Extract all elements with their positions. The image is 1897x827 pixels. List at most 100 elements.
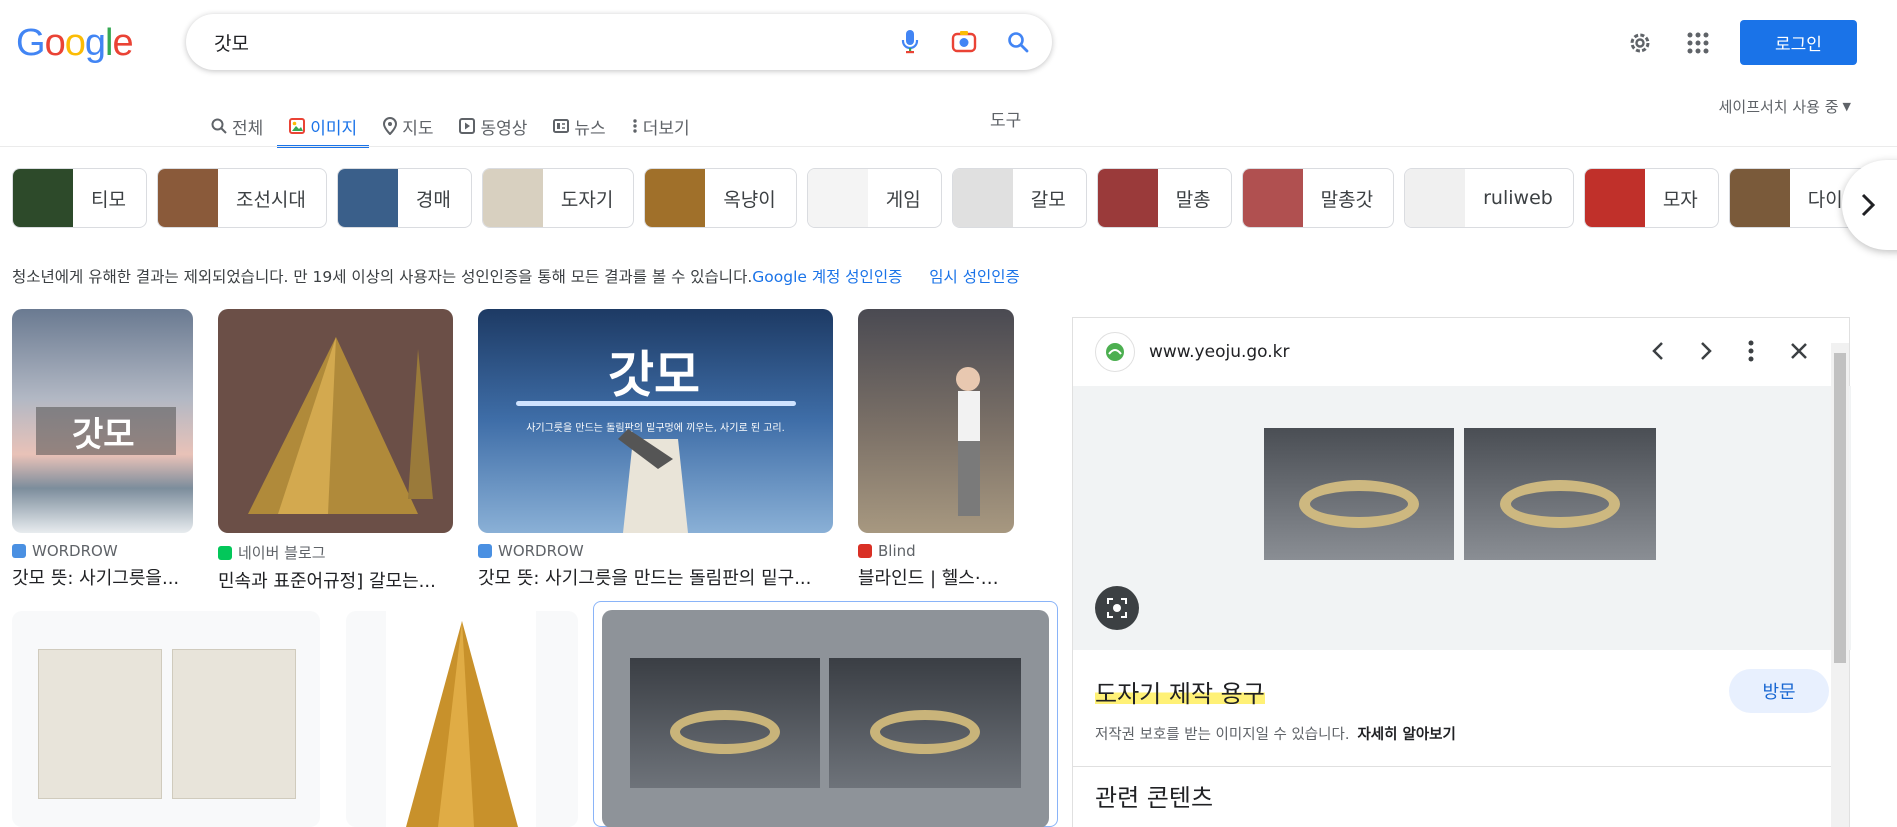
- search-box: [186, 14, 1052, 70]
- chip-thumbnail: [1097, 169, 1158, 227]
- result-thumbnail[interactable]: [602, 610, 1049, 827]
- chip-5[interactable]: 게임: [806, 168, 942, 228]
- chip-10[interactable]: 모자: [1583, 168, 1719, 228]
- result-thumbnail[interactable]: [12, 611, 320, 827]
- result-thumbnail[interactable]: 갓모: [12, 309, 193, 533]
- result-source: WORDROW: [498, 542, 584, 560]
- more-vert-icon: [632, 118, 638, 134]
- tools-button[interactable]: 도구: [990, 106, 1021, 131]
- microphone-icon[interactable]: [894, 28, 926, 56]
- chevron-right-icon[interactable]: [1699, 340, 1713, 366]
- chip-2[interactable]: 경매: [336, 168, 472, 228]
- image-result[interactable]: 네이버 블로그 민속과 표준어규정] 갈모는...: [218, 309, 453, 593]
- panel-scrollbar[interactable]: [1831, 343, 1849, 827]
- tab-video[interactable]: 동영상: [459, 100, 539, 146]
- chip-thumbnail: [645, 169, 706, 227]
- selected-image-result[interactable]: [593, 601, 1058, 827]
- logo-letter: g: [84, 22, 106, 64]
- image-result[interactable]: Blind 블라인드 | 헬스·다이...: [858, 309, 1014, 590]
- result-source: 네이버 블로그: [238, 544, 326, 562]
- more-vert-icon[interactable]: [1747, 340, 1755, 366]
- panel-preview-image[interactable]: [1073, 386, 1851, 650]
- chip-label: 모자: [1662, 188, 1698, 211]
- map-pin-icon: [383, 117, 398, 135]
- tab-image[interactable]: 이미지: [277, 100, 370, 148]
- thumbnail-text: 갓모: [72, 415, 135, 455]
- tab-label: 뉴스: [574, 118, 606, 139]
- chip-label: 경매: [415, 188, 451, 211]
- chip-thumbnail: [337, 169, 398, 227]
- chip-0[interactable]: 티모: [12, 168, 147, 228]
- google-lens-icon[interactable]: [1095, 586, 1139, 630]
- image-icon: [289, 118, 306, 134]
- search-input[interactable]: [214, 31, 834, 53]
- tab-label: 이미지: [310, 118, 358, 139]
- tab-map-pin[interactable]: 지도: [383, 100, 445, 146]
- panel-title[interactable]: 도자기 제작 용구: [1095, 674, 1265, 709]
- chip-9[interactable]: ruliweb: [1404, 168, 1574, 228]
- camera-lens-icon[interactable]: [948, 28, 980, 56]
- chip-thumbnail: [807, 169, 868, 227]
- result-source: WORDROW: [32, 542, 118, 560]
- chip-label: 말총: [1175, 188, 1211, 211]
- chip-4[interactable]: 옥냥이: [644, 168, 797, 228]
- chip-8[interactable]: 말총갓: [1241, 168, 1395, 228]
- tab-label: 전체: [232, 118, 264, 139]
- chip-thumbnail: [13, 169, 73, 227]
- related-search-chips: 티모조선시대경매도자기옥냥이게임갈모말총말총갓ruliweb모자다이어트: [12, 168, 1897, 228]
- chip-label: 도자기: [560, 188, 614, 211]
- chip-6[interactable]: 갈모: [951, 168, 1087, 228]
- image-result[interactable]: [12, 611, 320, 827]
- panel-title-text: 도자기 제작 용구: [1095, 680, 1265, 708]
- result-thumbnail[interactable]: 갓모 사기그릇을 만드는 돌림판의 밑구멍에 끼우는, 사기로 된 고리.: [478, 309, 833, 533]
- result-source: Blind: [878, 542, 916, 560]
- panel-divider: [1073, 766, 1831, 767]
- result-title[interactable]: 블라인드 | 헬스·다이...: [858, 564, 1014, 590]
- learn-more-link[interactable]: 자세히 알아보기: [1357, 727, 1455, 743]
- login-button[interactable]: 로그인: [1740, 20, 1857, 65]
- chip-label: 조선시대: [235, 188, 306, 211]
- panel-site-name[interactable]: www.yeoju.go.kr: [1149, 342, 1290, 362]
- conical-hat-image: [248, 337, 433, 514]
- wordrow-favicon-icon: [12, 544, 26, 558]
- temp-age-verify-link[interactable]: 임시 성인인증: [929, 268, 1020, 286]
- chip-label: 말총갓: [1320, 188, 1374, 211]
- chip-thumbnail: [1729, 169, 1790, 227]
- caret-down-icon: ▼: [1842, 100, 1851, 113]
- result-thumbnail[interactable]: [218, 309, 453, 533]
- image-result[interactable]: [346, 611, 578, 827]
- tab-label: 지도: [402, 118, 434, 139]
- logo-letter: l: [104, 22, 114, 64]
- tab-news[interactable]: 뉴스: [553, 100, 617, 146]
- chip-label: 티모: [91, 188, 126, 211]
- settings-gear-icon[interactable]: [1624, 29, 1656, 57]
- chip-7[interactable]: 말총: [1096, 168, 1232, 228]
- tab-search[interactable]: 전체: [211, 100, 275, 146]
- result-thumbnail[interactable]: [346, 611, 578, 827]
- chip-3[interactable]: 도자기: [481, 168, 635, 228]
- result-thumbnail[interactable]: [858, 309, 1014, 533]
- blind-favicon-icon: [858, 544, 872, 558]
- chip-thumbnail: [952, 169, 1013, 227]
- chevron-left-icon[interactable]: [1651, 340, 1665, 366]
- chip-1[interactable]: 조선시대: [156, 168, 327, 228]
- copyright-text: 저작권 보호를 받는 이미지일 수 있습니다.: [1095, 727, 1350, 743]
- image-result[interactable]: 갓모 WORDROW 갓모 뜻: 사기그릇을...: [12, 309, 193, 590]
- result-title[interactable]: 갓모 뜻: 사기그릇을...: [12, 564, 193, 590]
- tab-more-vert[interactable]: 더보기: [632, 100, 702, 146]
- close-icon[interactable]: [1789, 340, 1809, 366]
- result-title[interactable]: 민속과 표준어규정] 갈모는...: [218, 567, 453, 593]
- news-icon: [553, 118, 570, 134]
- logo-letter: G: [16, 22, 46, 64]
- safesearch-menu[interactable]: 세이프서치 사용 중 ▼: [1719, 96, 1851, 117]
- naver-blog-favicon-icon: [218, 545, 232, 560]
- logo-letter: e: [112, 22, 133, 64]
- visit-button[interactable]: 방문: [1729, 669, 1829, 713]
- google-logo[interactable]: Google: [16, 22, 134, 65]
- image-result[interactable]: 갓모 사기그릇을 만드는 돌림판의 밑구멍에 끼우는, 사기로 된 고리. WO…: [478, 309, 833, 590]
- apps-grid-icon[interactable]: [1682, 29, 1714, 57]
- search-icon: [211, 118, 227, 134]
- result-title[interactable]: 갓모 뜻: 사기그릇을 만드는 돌림판의 밑구...: [478, 564, 833, 590]
- account-age-verify-link[interactable]: Google 계정 성인인증: [752, 268, 902, 286]
- search-icon[interactable]: [1002, 28, 1034, 56]
